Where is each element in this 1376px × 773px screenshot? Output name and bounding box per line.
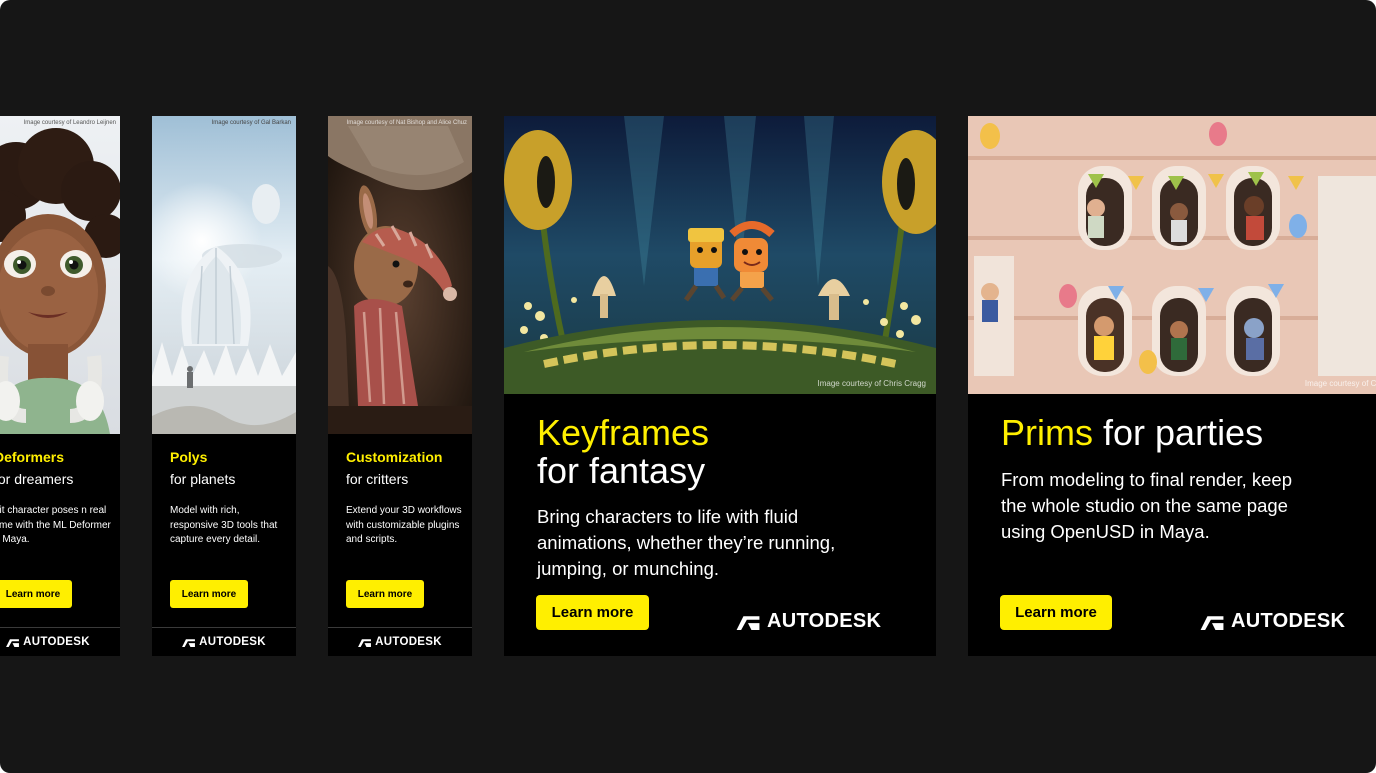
autodesk-logo[interactable]: AUTODESK	[182, 636, 266, 648]
ad-title: Polys	[170, 449, 208, 465]
autodesk-mark-icon	[182, 638, 196, 647]
ad-card-keyframes: Image courtesy of Chris Cragg Keyframes …	[504, 116, 936, 656]
learn-more-button[interactable]: Learn more	[346, 580, 424, 608]
ad-subtitle: for parties	[1103, 412, 1264, 453]
image-credit: Image courtesy of Chris Cragg	[817, 379, 927, 388]
learn-more-button[interactable]: Learn more	[1000, 595, 1112, 630]
autodesk-mark-icon	[736, 615, 760, 630]
ad-description: Bring characters to life with fluid anim…	[537, 506, 836, 579]
ad-title: Customization	[346, 449, 443, 465]
ad-gallery: Image courtesy of Leandro Leijnen Deform…	[0, 0, 1376, 773]
ad-subtitle: for dreamers	[0, 471, 74, 487]
brand-name: AUTODESK	[375, 636, 442, 648]
ad-subtitle: for critters	[346, 471, 409, 487]
image-credit: Image courtesy of Nat Bishop and Alice C…	[346, 120, 467, 126]
brand-name: AUTODESK	[199, 636, 266, 648]
autodesk-mark-icon	[6, 638, 20, 647]
learn-more-button[interactable]: Learn more	[0, 580, 72, 608]
autodesk-mark-icon	[1200, 615, 1224, 630]
autodesk-logo[interactable]: AUTODESK	[358, 636, 442, 648]
ad-description: Model with rich, responsive 3D tools tha…	[170, 505, 278, 545]
autodesk-logo[interactable]: AUTODESK	[1200, 610, 1345, 633]
ad-description: Extend your 3D workflows with customizab…	[346, 505, 462, 545]
ad-card-polys: Image courtesy of Gal Barkan Polys for p…	[152, 116, 296, 656]
ad-image-critter: Image courtesy of Nat Bishop and Alice C…	[328, 116, 472, 434]
image-credit: Image courtesy of Leandro Leijnen	[23, 120, 116, 126]
ad-headline: Prims for parties	[1001, 414, 1263, 452]
ad-title: Prims	[1001, 412, 1093, 453]
ad-footer: AUTODESK	[328, 627, 472, 656]
ad-card-customization: Image courtesy of Nat Bishop and Alice C…	[328, 116, 472, 656]
ad-subtitle: for fantasy	[537, 450, 706, 491]
learn-more-button[interactable]: Learn more	[170, 580, 248, 608]
ad-image-character: Image courtesy of Leandro Leijnen	[0, 116, 120, 434]
brand-name: AUTODESK	[1231, 610, 1346, 632]
image-credit: Image courtesy of Chris Cr	[1304, 379, 1376, 388]
autodesk-mark-icon	[358, 638, 372, 647]
autodesk-logo[interactable]: AUTODESK	[736, 610, 881, 633]
image-credit: Image courtesy of Gal Barkan	[211, 120, 291, 126]
ad-title: Deformers	[0, 449, 65, 465]
learn-more-button[interactable]: Learn more	[536, 595, 649, 630]
ad-card-deformers: Image courtesy of Leandro Leijnen Deform…	[0, 116, 120, 656]
autodesk-logo[interactable]: AUTODESK	[6, 636, 90, 648]
ad-footer: AUTODESK	[0, 627, 120, 656]
ad-description: dit character poses n real time with the…	[0, 505, 111, 545]
ad-description: From modeling to final render, keep the …	[1001, 469, 1293, 542]
brand-name: AUTODESK	[767, 610, 882, 632]
ad-card-prims: Image courtesy of Chris Cr Prims for par…	[968, 116, 1376, 656]
ad-headline: Keyframes for fantasy	[537, 414, 709, 490]
ad-subtitle: for planets	[170, 471, 236, 487]
ad-title: Keyframes	[537, 412, 710, 453]
ad-image-fantasy: Image courtesy of Chris Cragg	[504, 116, 936, 394]
ad-image-party: Image courtesy of Chris Cr	[968, 116, 1376, 394]
ad-footer: AUTODESK	[152, 627, 296, 656]
ad-image-planet: Image courtesy of Gal Barkan	[152, 116, 296, 434]
brand-name: AUTODESK	[23, 636, 90, 648]
